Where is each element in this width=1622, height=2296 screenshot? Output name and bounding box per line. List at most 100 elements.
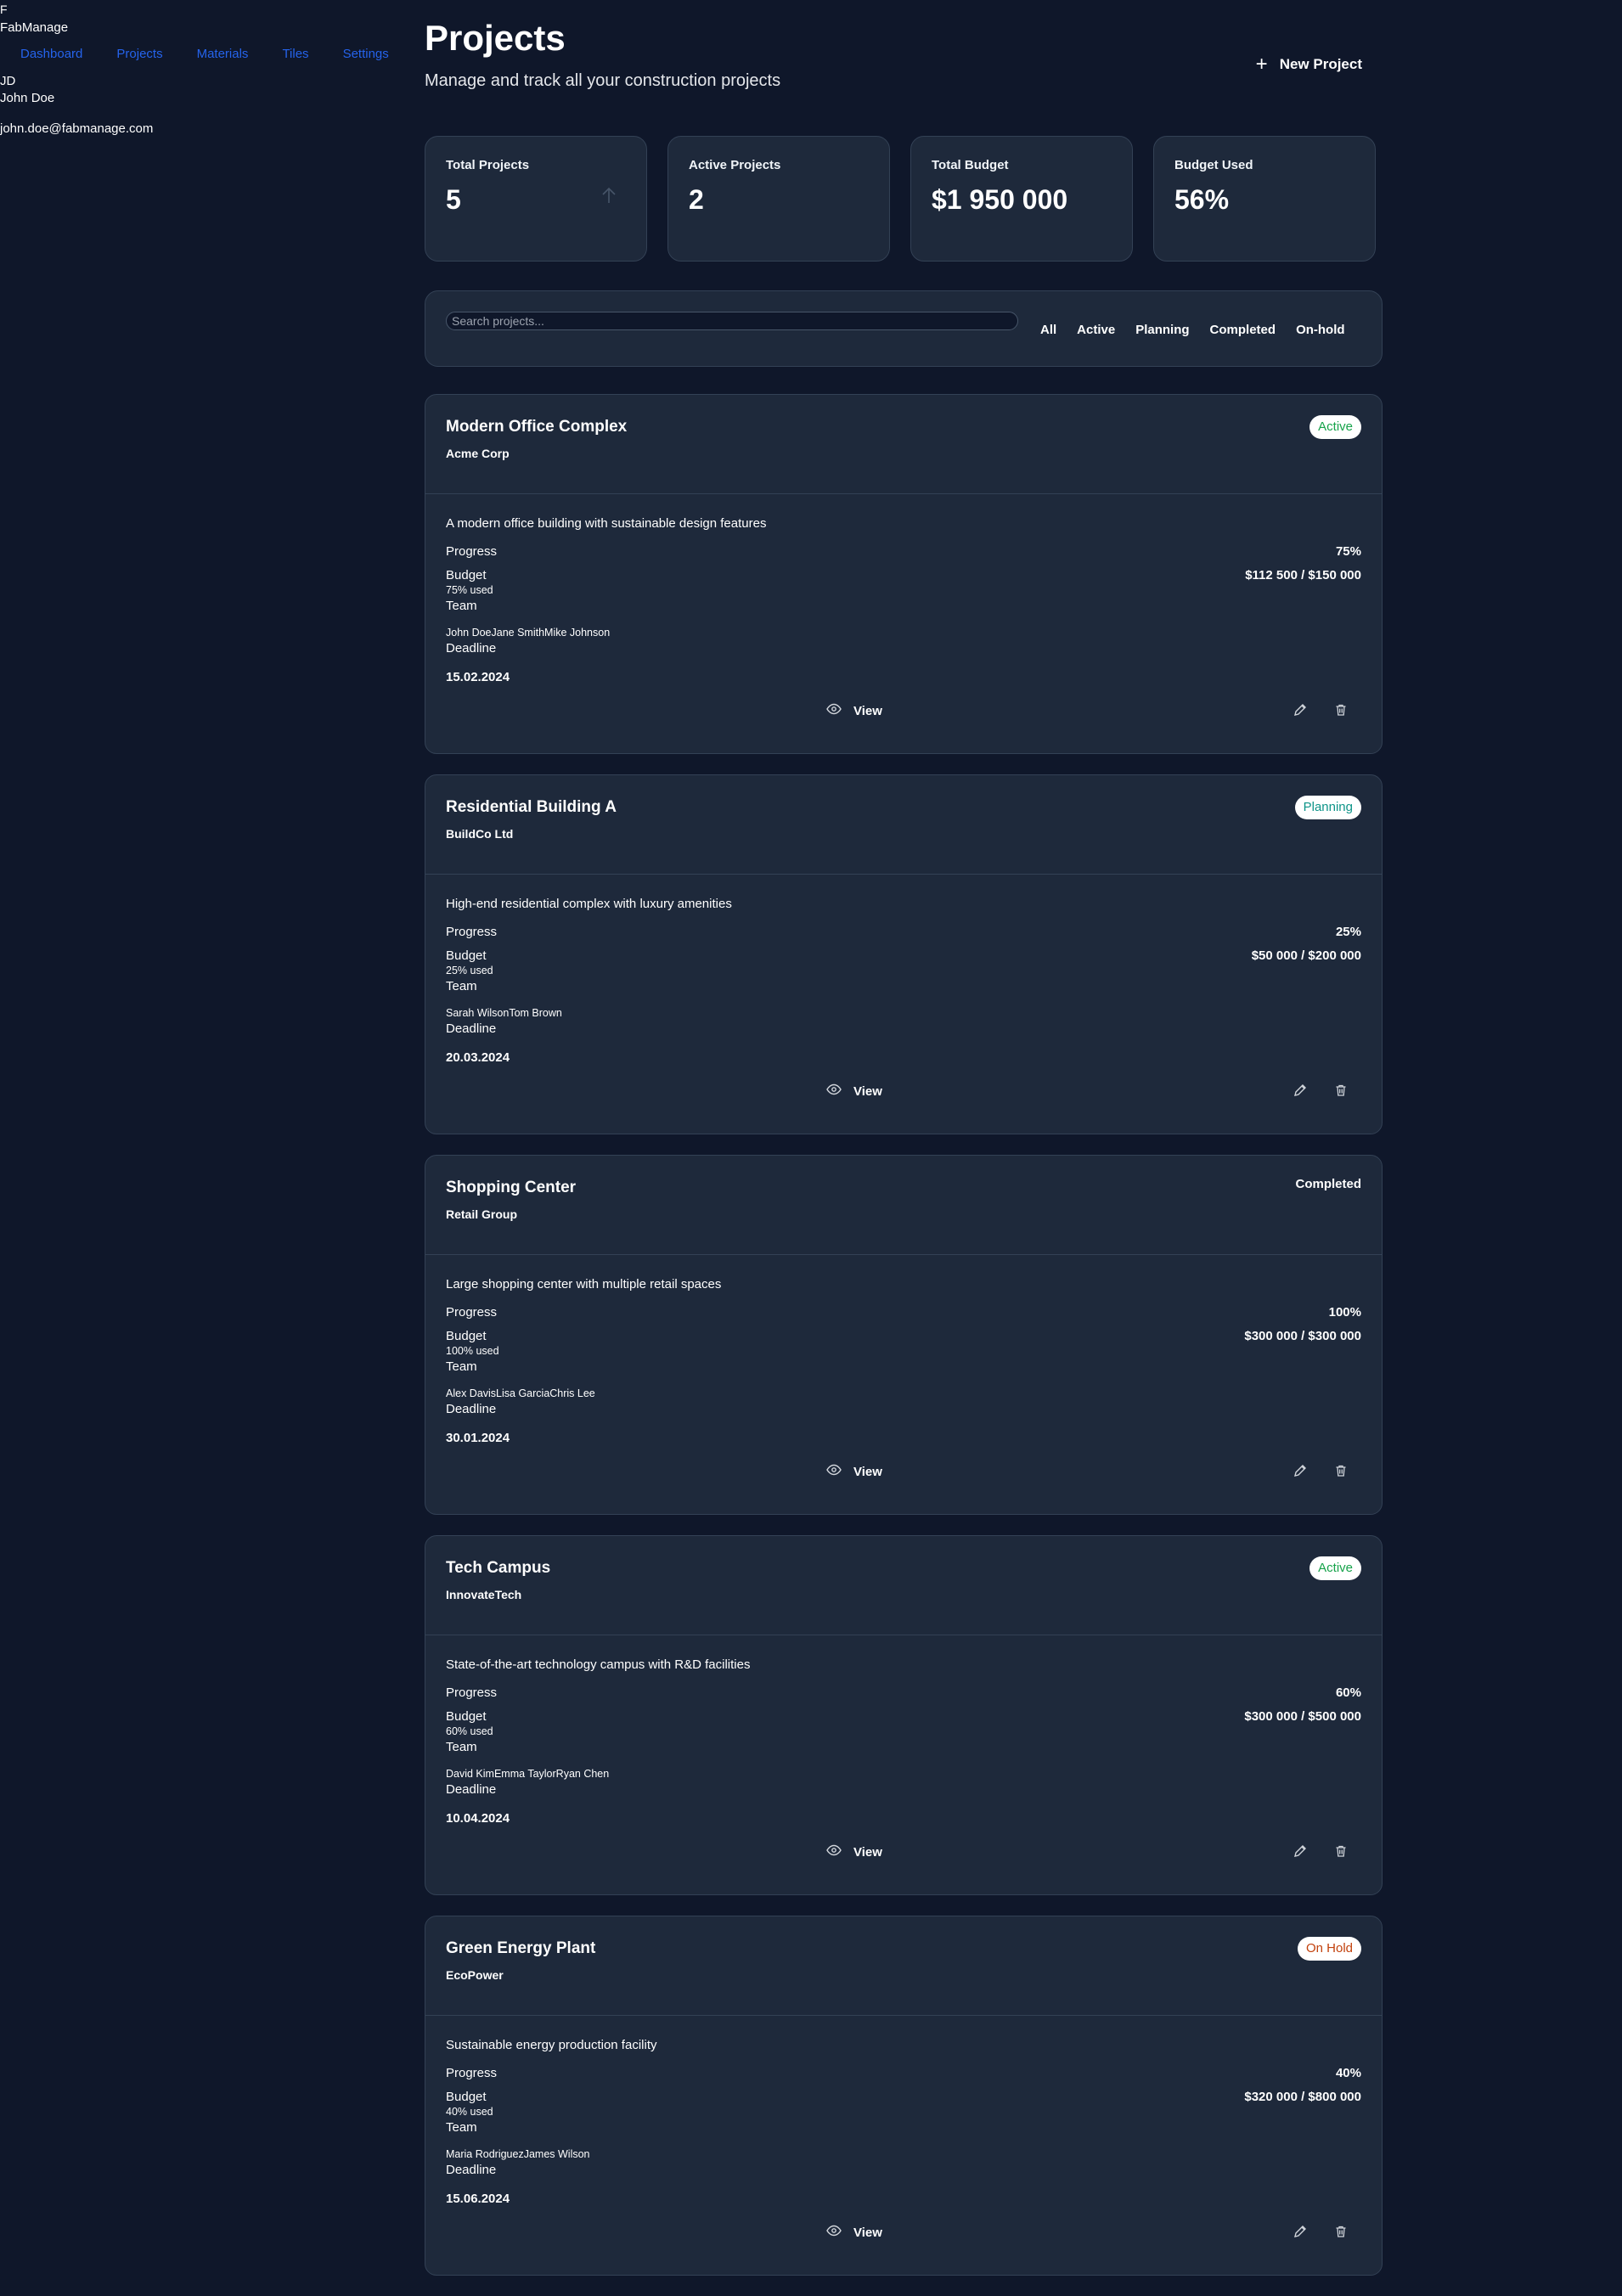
delete-button[interactable] bbox=[1331, 1081, 1351, 1101]
progress-label: Progress bbox=[446, 544, 498, 559]
progress-value: 60% bbox=[1335, 1685, 1361, 1700]
budget-label: Budget bbox=[446, 1709, 487, 1724]
deadline-label: Deadline bbox=[446, 1021, 497, 1036]
stat-label: Active Projects bbox=[689, 158, 781, 172]
avatar[interactable]: JD bbox=[0, 74, 15, 89]
search-input[interactable] bbox=[446, 312, 1018, 330]
nav-item-settings[interactable]: Settings bbox=[343, 46, 389, 63]
eye-icon bbox=[826, 1464, 842, 1479]
pencil-icon bbox=[1293, 1083, 1307, 1100]
card-divider bbox=[425, 493, 1382, 494]
stat-value: 2 bbox=[689, 184, 704, 215]
progress-value: 40% bbox=[1335, 2066, 1361, 2080]
project-client: EcoPower bbox=[446, 1968, 504, 1982]
deadline-value: 15.02.2024 bbox=[446, 670, 510, 684]
trash-icon bbox=[1334, 1083, 1348, 1100]
stat-label: Total Projects bbox=[446, 158, 530, 172]
delete-button[interactable] bbox=[1331, 2222, 1351, 2243]
view-label: View bbox=[853, 1464, 882, 1479]
project-title: Residential Building A bbox=[446, 798, 617, 816]
view-label: View bbox=[853, 2225, 882, 2240]
view-button[interactable]: View bbox=[826, 1842, 882, 1862]
filter-completed[interactable]: Completed bbox=[1200, 322, 1287, 339]
nav-item-projects[interactable]: Projects bbox=[116, 46, 162, 63]
new-project-label: New Project bbox=[1279, 56, 1362, 72]
project-title: Tech Campus bbox=[446, 1559, 551, 1577]
progress-value: 75% bbox=[1335, 544, 1361, 559]
edit-button[interactable] bbox=[1290, 1081, 1310, 1101]
eye-icon bbox=[826, 2225, 842, 2240]
project-client: InnovateTech bbox=[446, 1588, 522, 1601]
delete-button[interactable] bbox=[1331, 1461, 1351, 1482]
view-label: View bbox=[853, 1844, 882, 1860]
delete-button[interactable] bbox=[1331, 701, 1351, 721]
project-card: Shopping Center Retail Group Completed L… bbox=[425, 1155, 1383, 1515]
project-description: High-end residential complex with luxury… bbox=[446, 897, 732, 911]
project-client: Acme Corp bbox=[446, 447, 510, 460]
pencil-icon bbox=[1293, 2225, 1307, 2241]
view-button[interactable]: View bbox=[826, 701, 882, 721]
edit-button[interactable] bbox=[1290, 2222, 1310, 2243]
new-project-button[interactable]: + New Project bbox=[1244, 49, 1374, 80]
edit-button[interactable] bbox=[1290, 701, 1310, 721]
pencil-icon bbox=[1293, 1464, 1307, 1480]
project-description: Sustainable energy production facility bbox=[446, 2038, 657, 2052]
progress-value: 100% bbox=[1328, 1305, 1361, 1320]
team-label: Team bbox=[446, 1359, 477, 1374]
status-badge: On Hold bbox=[1297, 1937, 1361, 1961]
trash-icon bbox=[1334, 703, 1348, 719]
delete-button[interactable] bbox=[1331, 1842, 1351, 1862]
budget-used: 100% used bbox=[446, 1345, 499, 1357]
team-members: David KimEmma TaylorRyan Chen bbox=[446, 1768, 610, 1780]
budget-label: Budget bbox=[446, 948, 487, 963]
eye-icon bbox=[826, 1083, 842, 1099]
project-list: Modern Office Complex Acme Corp Active A… bbox=[425, 394, 1383, 2296]
stat-label: Budget Used bbox=[1174, 158, 1253, 172]
status-filters: All Active Planning Completed On-hold bbox=[1030, 322, 1355, 339]
trash-icon bbox=[1334, 1464, 1348, 1480]
logo-mark: F bbox=[0, 3, 8, 16]
main-nav: Dashboard Projects Materials Tiles Setti… bbox=[20, 46, 389, 63]
budget-label: Budget bbox=[446, 2090, 487, 2104]
progress-label: Progress bbox=[446, 1305, 498, 1320]
budget-label: Budget bbox=[446, 1329, 487, 1343]
budget-label: Budget bbox=[446, 568, 487, 582]
project-title: Modern Office Complex bbox=[446, 418, 628, 436]
team-label: Team bbox=[446, 979, 477, 993]
nav-item-materials[interactable]: Materials bbox=[197, 46, 249, 63]
filter-active[interactable]: Active bbox=[1067, 322, 1125, 339]
edit-button[interactable] bbox=[1290, 1842, 1310, 1862]
user-name: John Doe bbox=[0, 91, 55, 105]
arrow-up-icon bbox=[600, 186, 617, 210]
team-members: Sarah WilsonTom Brown bbox=[446, 1007, 562, 1019]
progress-label: Progress bbox=[446, 925, 498, 939]
pencil-icon bbox=[1293, 1844, 1307, 1860]
project-description: Large shopping center with multiple reta… bbox=[446, 1277, 722, 1292]
project-card: Modern Office Complex Acme Corp Active A… bbox=[425, 394, 1383, 754]
edit-button[interactable] bbox=[1290, 1461, 1310, 1482]
stat-label: Total Budget bbox=[932, 158, 1009, 172]
nav-item-tiles[interactable]: Tiles bbox=[282, 46, 308, 63]
deadline-label: Deadline bbox=[446, 2163, 497, 2177]
project-description: A modern office building with sustainabl… bbox=[446, 516, 767, 531]
eye-icon bbox=[826, 703, 842, 718]
view-button[interactable]: View bbox=[826, 2222, 882, 2243]
stat-value: 5 bbox=[446, 184, 461, 215]
project-client: Retail Group bbox=[446, 1207, 518, 1221]
deadline-value: 20.03.2024 bbox=[446, 1050, 510, 1065]
status-badge: Planning bbox=[1294, 796, 1361, 819]
card-divider bbox=[425, 1254, 1382, 1255]
filter-planning[interactable]: Planning bbox=[1125, 322, 1199, 339]
page-subtitle: Manage and track all your construction p… bbox=[425, 71, 781, 90]
view-button[interactable]: View bbox=[826, 1081, 882, 1101]
filter-on-hold[interactable]: On-hold bbox=[1286, 322, 1354, 339]
nav-item-dashboard[interactable]: Dashboard bbox=[20, 46, 82, 63]
stat-card-active-projects: Active Projects 2 bbox=[667, 136, 890, 262]
view-button[interactable]: View bbox=[826, 1461, 882, 1482]
page-title: Projects bbox=[425, 18, 566, 58]
deadline-value: 30.01.2024 bbox=[446, 1431, 510, 1445]
stat-value: $1 950 000 bbox=[932, 184, 1068, 215]
card-divider bbox=[425, 2015, 1382, 2016]
project-client: BuildCo Ltd bbox=[446, 827, 514, 841]
filter-all[interactable]: All bbox=[1030, 322, 1067, 339]
